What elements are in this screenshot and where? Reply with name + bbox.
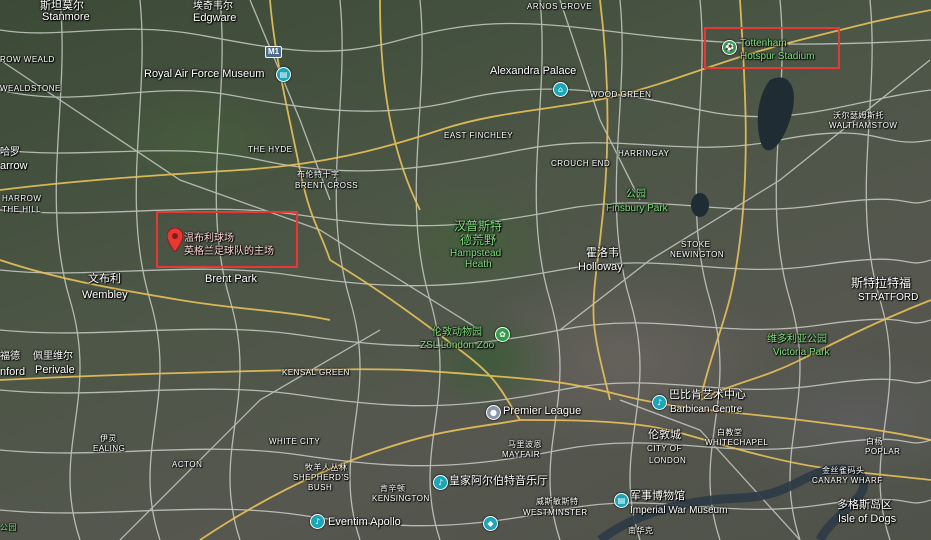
- poplar-label: POPLAR: [865, 447, 901, 456]
- harrow-on-the-hill-label-2: THE HILL: [2, 205, 42, 214]
- marylebone-cn-label: 马里波恩: [508, 440, 542, 449]
- ford-label: nford: [0, 366, 26, 378]
- white-city-label: WHITE CITY: [269, 437, 321, 446]
- walthamstow-label: WALTHAMSTOW: [829, 121, 898, 130]
- stanmore-label: Stanmore: [42, 11, 90, 23]
- whitechapel-cn-label: 白教堂: [717, 428, 743, 437]
- imperial-war-museum-cn-label: 军事博物馆: [630, 490, 685, 502]
- isle-of-dogs-label: Isle of Dogs: [838, 513, 897, 525]
- perivale-cn-label: 佩里维尔: [33, 351, 73, 362]
- eventim-apollo-label: Eventim Apollo: [328, 516, 401, 528]
- ealing-cn-label: 伊灵: [100, 434, 117, 443]
- arnos-grove-label: ARNOS GROVE: [527, 2, 593, 11]
- m1-motorway-shield: M1: [265, 46, 283, 58]
- westminster-cn-label: 威斯敏斯特: [536, 497, 579, 506]
- shepherds-bush-label-2: BUSH: [308, 483, 333, 492]
- barbican-label: Barbican Centre: [670, 404, 743, 415]
- wembley-highlight-box: [156, 211, 298, 268]
- holloway-label: Holloway: [578, 261, 623, 273]
- stratford-label: STRATFORD: [858, 292, 919, 303]
- brent-park-label: Brent Park: [205, 273, 257, 285]
- whitechapel-label: WHITECHAPEL: [705, 438, 769, 447]
- satellite-map[interactable]: 斯坦莫尔 Stanmore 埃奇韦尔 Edgware ARNOS GROVE M…: [0, 0, 931, 540]
- poplar-cn-label: 白杨: [866, 437, 883, 446]
- shepherds-bush-cn-label: 牧羊人丛林: [305, 463, 348, 472]
- landmark-icon[interactable]: ⌂: [553, 82, 568, 97]
- royal-albert-hall-cn-label: 皇家阿尔伯特音乐厅: [449, 475, 548, 487]
- zsl-label: ZSL London Zoo: [420, 340, 495, 351]
- victoria-park-cn-label: 维多利亚公园: [767, 334, 827, 345]
- park-left-cn-label: 公园: [0, 523, 17, 532]
- harringay-label: HARRINGAY: [618, 149, 670, 158]
- museum-icon[interactable]: ▤: [276, 67, 291, 82]
- venue-icon[interactable]: ◆: [483, 516, 498, 531]
- kensington-label: KENSINGTON: [372, 494, 430, 503]
- finsbury-park-label: Finsbury Park: [606, 203, 668, 214]
- wood-green-label: WOOD GREEN: [590, 90, 652, 99]
- perivale-label: Perivale: [35, 364, 75, 376]
- kensington-cn-label: 肯辛顿: [380, 484, 406, 493]
- war-museum-icon[interactable]: ▤: [614, 493, 629, 508]
- barbican-icon[interactable]: ♪: [652, 395, 667, 410]
- kensal-green-label: KENSAL GREEN: [282, 368, 350, 377]
- premier-league-label: Premier League: [503, 405, 582, 417]
- east-finchley-label: EAST FINCHLEY: [444, 131, 514, 140]
- park-cn-label: 公园: [626, 189, 646, 200]
- victoria-park-label: Victoria Park: [773, 347, 830, 358]
- canary-wharf-label: CANARY WHARF: [812, 476, 883, 485]
- hampstead-label-2: Heath: [465, 259, 492, 270]
- walthamstow-cn-label: 沃尔瑟姆斯托: [833, 111, 884, 120]
- harrow-label: arrow: [0, 160, 28, 172]
- shepherds-bush-label-1: SHEPHERD'S: [293, 473, 350, 482]
- wembley-label: Wembley: [82, 289, 128, 301]
- harrow-cn-label: 哈罗: [0, 147, 20, 158]
- tottenham-highlight-box: [704, 27, 840, 69]
- wealdstone-label: WEALDSTONE: [0, 84, 61, 93]
- edgware-label: Edgware: [193, 12, 237, 24]
- hampstead-cn-label-1: 汉普斯特: [454, 219, 503, 233]
- wembley-cn-label: 文布利: [88, 273, 121, 285]
- barbican-cn-label: 巴比肯艺术中心: [669, 389, 746, 401]
- alexandra-palace-label: Alexandra Palace: [490, 65, 577, 77]
- city-of-london-label-2: LONDON: [649, 456, 687, 465]
- westminster-label: WESTMINSTER: [523, 508, 588, 517]
- brent-cross-label: BRENT CROSS: [295, 181, 359, 190]
- row-weald-label: ROW WEALD: [0, 55, 55, 64]
- mayfair-label: MAYFAIR: [502, 450, 541, 459]
- raf-museum-label: Royal Air Force Museum: [144, 68, 265, 80]
- city-of-london-cn-label: 伦敦城: [648, 429, 681, 441]
- imperial-war-museum-label: Imperial War Museum: [630, 505, 728, 516]
- ford-cn-label: 福德: [0, 351, 20, 362]
- premier-league-icon[interactable]: ●: [486, 405, 501, 420]
- stoke-newington-label-1: STOKE: [681, 240, 711, 249]
- city-of-london-label-1: CITY OF: [647, 444, 682, 453]
- zoo-icon[interactable]: ✿: [495, 327, 510, 342]
- canary-wharf-cn-label: 金丝雀码头: [822, 466, 865, 475]
- stratford-cn-label: 斯特拉特福: [851, 276, 912, 290]
- south-cn-label: 南华克: [628, 526, 654, 535]
- isle-of-dogs-cn-label: 多格斯岛区: [837, 499, 892, 511]
- acton-label: ACTON: [172, 460, 203, 469]
- theatre-icon[interactable]: ♪: [310, 514, 325, 529]
- harrow-on-the-hill-label-1: HARROW: [2, 194, 42, 203]
- music-hall-icon[interactable]: ♪: [433, 475, 448, 490]
- hampstead-cn-label-2: 德荒野: [460, 233, 497, 247]
- the-hyde-label: THE HYDE: [248, 145, 293, 154]
- ealing-label: EALING: [93, 444, 126, 453]
- brent-cross-cn-label: 布伦特十字: [297, 170, 340, 179]
- holloway-cn-label: 霍洛韦: [586, 247, 619, 259]
- stoke-newington-label-2: NEWINGTON: [670, 250, 725, 259]
- crouch-end-label: CROUCH END: [551, 159, 611, 168]
- zsl-cn-label: 伦敦动物园: [432, 327, 482, 338]
